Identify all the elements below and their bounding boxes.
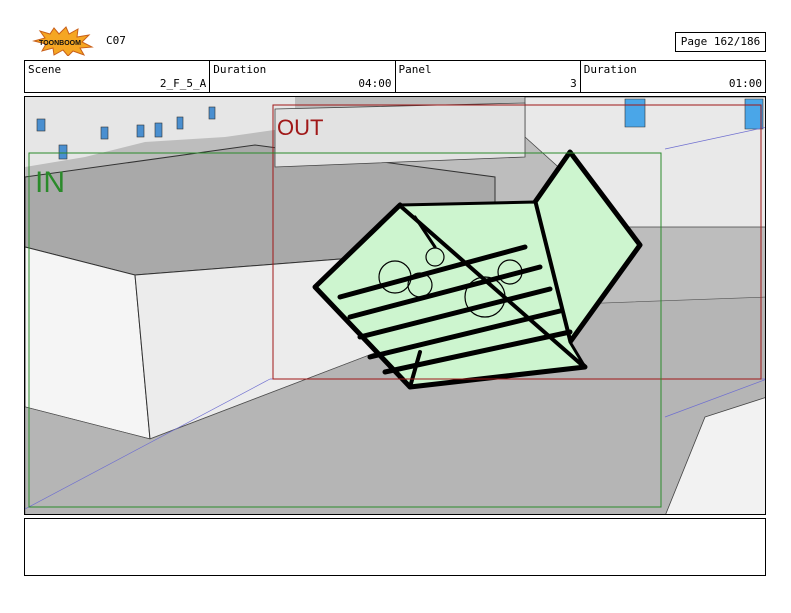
panel-artwork: OUT IN (25, 97, 765, 514)
scene-label: Scene (28, 63, 62, 76)
toonboom-logo: TOONBOOM (32, 26, 94, 56)
panel-duration-value: 01:00 (728, 77, 762, 90)
storyboard-panel: OUT IN (24, 96, 766, 515)
notes-box[interactable] (24, 518, 766, 576)
duration-value: 04:00 (358, 77, 392, 90)
panel-label: Panel (398, 63, 432, 76)
scene-value: 2_F_5_A (159, 77, 207, 90)
right-window (744, 98, 764, 130)
out-label: OUT (277, 115, 323, 140)
panel-value: 3 (570, 77, 577, 90)
logo-text: TOONBOOM (39, 40, 81, 47)
duration-label: Duration (213, 63, 267, 76)
scene-info-bar: Scene 2_F_5_A Duration 04:00 Panel 3 Dur… (24, 60, 766, 93)
page-indicator: Page 162/186 (675, 32, 766, 52)
duration-cell: Duration 04:00 (209, 61, 394, 92)
panel-duration-cell: Duration 01:00 (579, 61, 765, 92)
block-left-face (25, 246, 151, 440)
panel-cell: Panel 3 (394, 61, 580, 92)
sheet-code: C07 (106, 34, 126, 47)
in-label: IN (35, 166, 65, 199)
right-window-2 (624, 98, 646, 128)
scene-cell: Scene 2_F_5_A (25, 61, 209, 92)
panel-duration-label: Duration (583, 63, 637, 76)
